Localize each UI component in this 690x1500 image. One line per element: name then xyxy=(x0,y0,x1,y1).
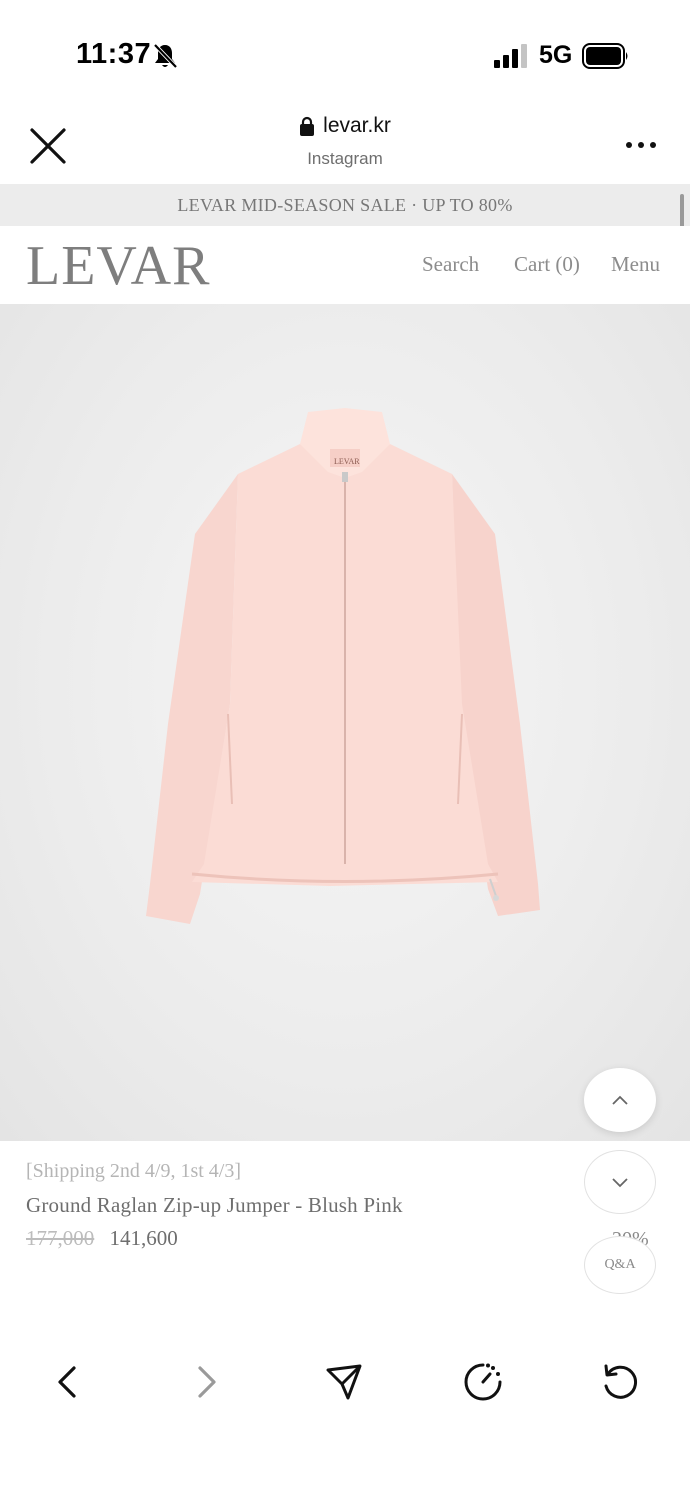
signal-icon xyxy=(494,44,527,68)
nav-cart[interactable]: Cart (0) xyxy=(514,252,580,277)
jacket-illustration: LEVAR xyxy=(146,408,540,924)
nav-search[interactable]: Search xyxy=(422,252,479,277)
shipping-note: [Shipping 2nd 4/9, 1st 4/3] xyxy=(26,1160,242,1182)
back-icon[interactable] xyxy=(46,1360,90,1404)
site-header: LEVAR Search Cart (0) Menu xyxy=(0,226,690,304)
price-row: 177,000 141,600 xyxy=(26,1226,566,1251)
site-logo[interactable]: LEVAR xyxy=(26,234,210,298)
url-source: Instagram xyxy=(307,149,383,168)
chevron-up-icon xyxy=(612,1095,628,1105)
product-info: [Shipping 2nd 4/9, 1st 4/3] Ground Ragla… xyxy=(26,1160,566,1251)
product-name[interactable]: Ground Raglan Zip-up Jumper - Blush Pink xyxy=(26,1193,566,1218)
status-time: 11:37 xyxy=(76,38,152,70)
url-text: levar.kr xyxy=(323,114,391,137)
lock-icon xyxy=(300,116,315,136)
status-bar: 11:37 5G xyxy=(0,0,690,110)
promo-banner[interactable]: LEVAR MID-SEASON SALE · UP TO 80% xyxy=(0,184,690,226)
forward-icon[interactable] xyxy=(184,1360,228,1404)
network-label: 5G xyxy=(539,41,573,69)
browser-toolbar xyxy=(0,1340,690,1430)
share-icon[interactable] xyxy=(322,1360,366,1404)
bell-slash-icon xyxy=(153,43,178,69)
speed-icon[interactable] xyxy=(461,1360,505,1404)
browser-bar: levar.kr Instagram xyxy=(0,110,690,184)
product-image[interactable]: LEVAR xyxy=(0,304,690,1141)
chevron-down-icon xyxy=(612,1178,628,1188)
battery-icon xyxy=(582,43,628,69)
url-area[interactable]: levar.kr Instagram xyxy=(0,114,690,169)
nav-menu[interactable]: Menu xyxy=(611,252,660,277)
original-price: 177,000 xyxy=(26,1226,95,1250)
scroll-down-button[interactable] xyxy=(584,1150,656,1214)
scroll-up-button[interactable] xyxy=(584,1068,656,1132)
more-icon[interactable] xyxy=(624,140,658,150)
svg-text:LEVAR: LEVAR xyxy=(334,457,360,466)
reload-icon[interactable] xyxy=(598,1360,642,1404)
sale-price: 141,600 xyxy=(109,1226,178,1250)
qa-button[interactable]: Q&A xyxy=(584,1236,656,1294)
